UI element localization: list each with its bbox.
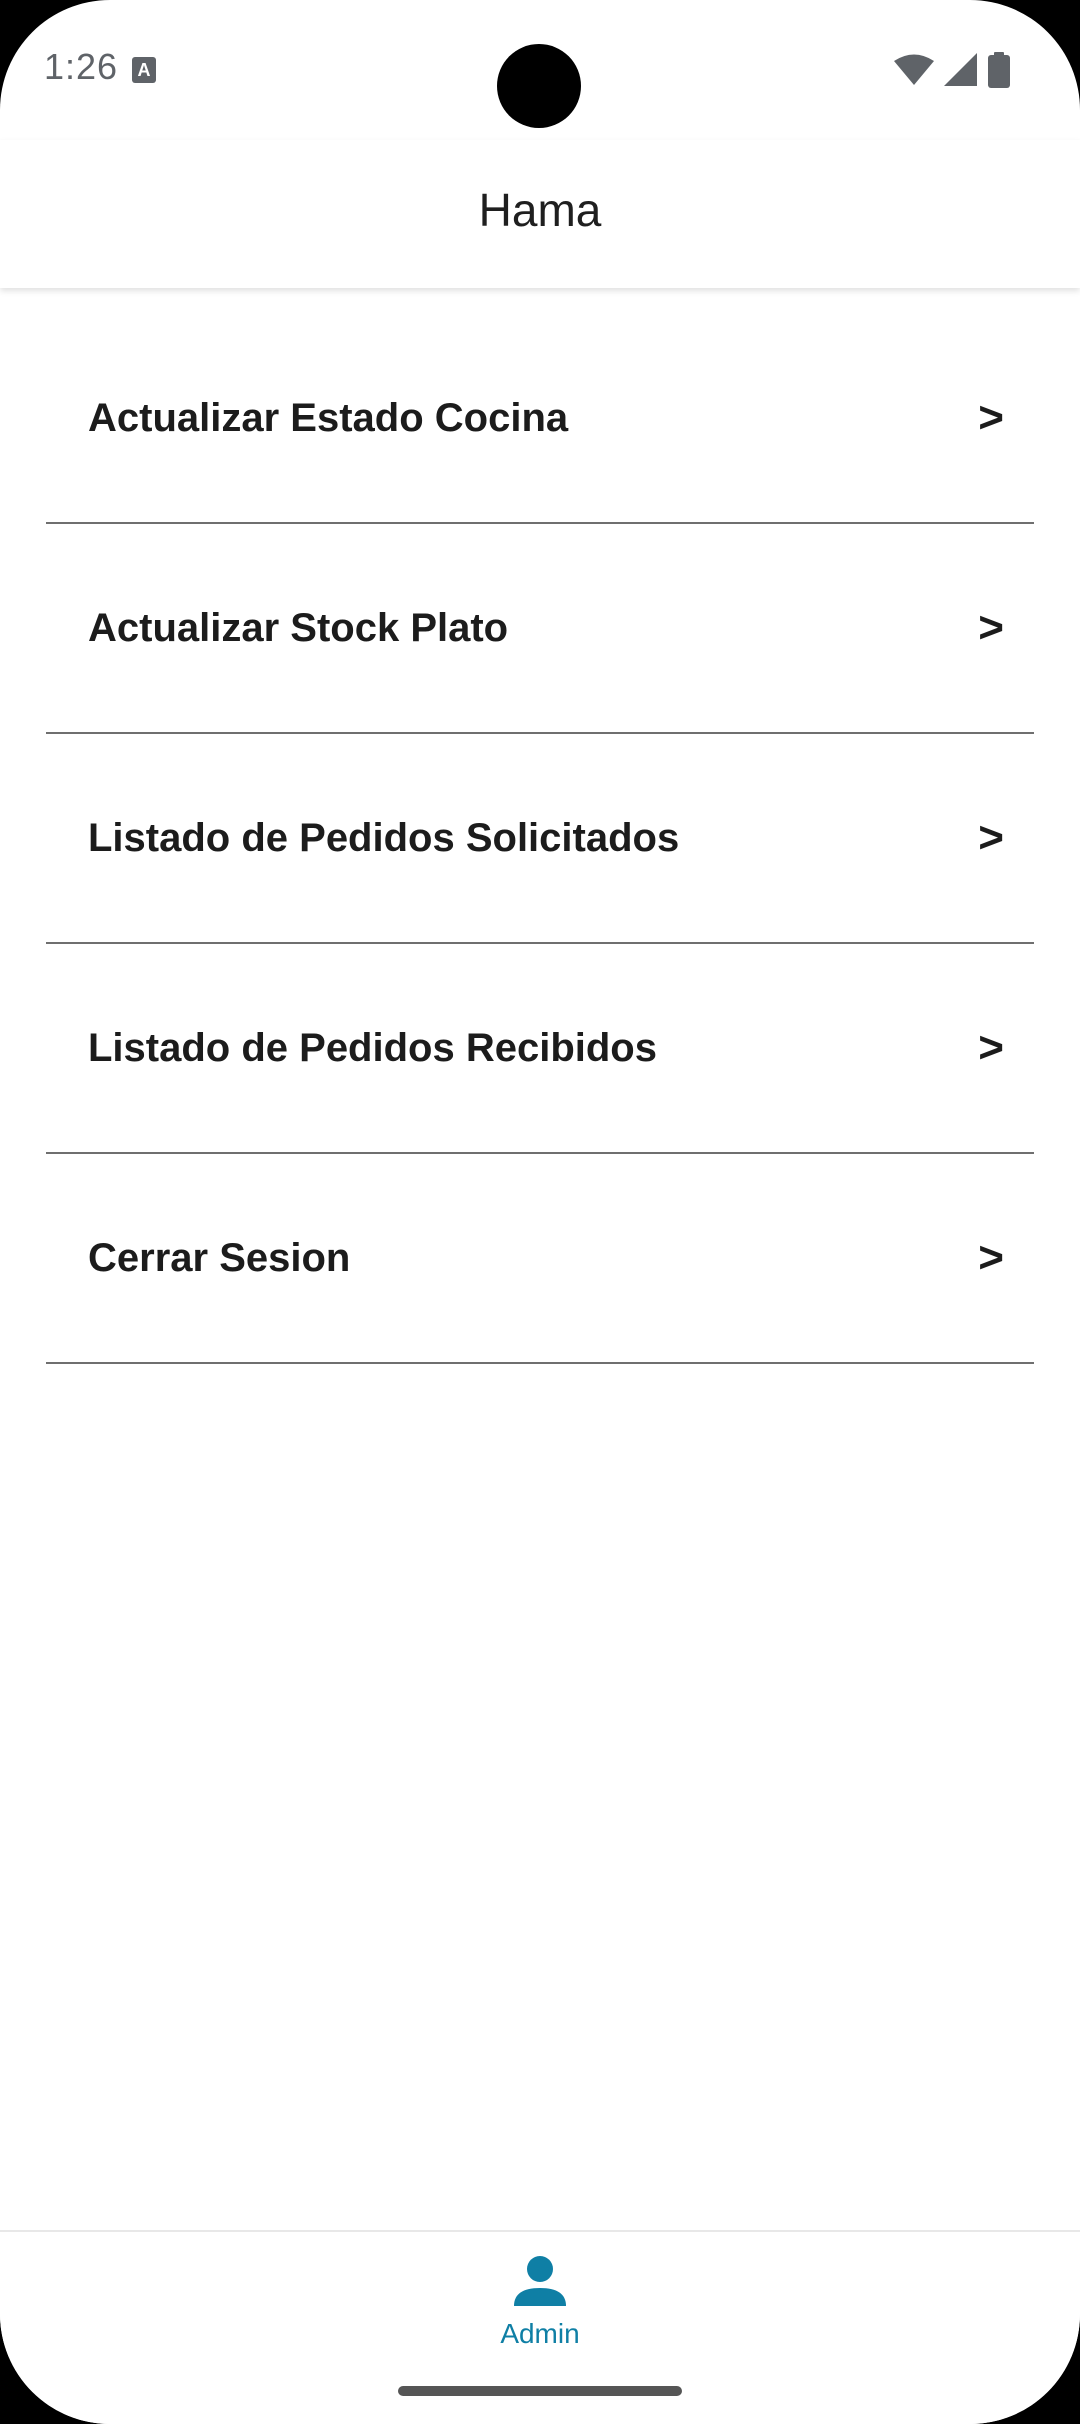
nav-item-label: Admin [500,2318,580,2349]
app-bar: Hama [0,140,1080,288]
chevron-right-icon: > [978,393,1004,442]
chevron-right-icon: > [978,1023,1004,1072]
status-time: 1:26 [44,46,119,87]
camera-cutout [497,44,581,128]
battery-icon [988,52,1010,88]
chevron-right-icon: > [978,813,1004,862]
wifi-icon [894,54,934,85]
signal-icon [944,53,977,86]
chevron-right-icon: > [978,1233,1004,1282]
menu-item-actualizar-stock-plato[interactable]: Actualizar Stock Plato > [46,524,1034,734]
menu-item-cerrar-sesion[interactable]: Cerrar Sesion > [46,1154,1034,1364]
home-indicator[interactable] [398,2386,682,2396]
person-icon [514,2256,566,2306]
status-bar: 1:26 A [0,0,1080,140]
page-title: Hama [478,184,602,236]
notification-icon: A [132,57,156,83]
menu-item-label: Listado de Pedidos Solicitados [88,815,680,860]
menu-item-actualizar-estado-cocina[interactable]: Actualizar Estado Cocina > [46,314,1034,524]
screen: 1:26 A Hama Actualizar Estado Cocina > A… [0,0,1080,2424]
status-icons [894,50,1010,90]
menu-item-label: Cerrar Sesion [88,1235,351,1280]
menu-item-label: Listado de Pedidos Recibidos [88,1025,657,1070]
nav-item-admin[interactable]: Admin [440,2252,640,2362]
menu-item-pedidos-recibidos[interactable]: Listado de Pedidos Recibidos > [46,944,1034,1154]
menu-list: Actualizar Estado Cocina > Actualizar St… [46,314,1034,1364]
menu-item-label: Actualizar Estado Cocina [88,395,569,440]
menu-item-label: Actualizar Stock Plato [88,605,509,650]
menu-item-pedidos-solicitados[interactable]: Listado de Pedidos Solicitados > [46,734,1034,944]
chevron-right-icon: > [978,603,1004,652]
